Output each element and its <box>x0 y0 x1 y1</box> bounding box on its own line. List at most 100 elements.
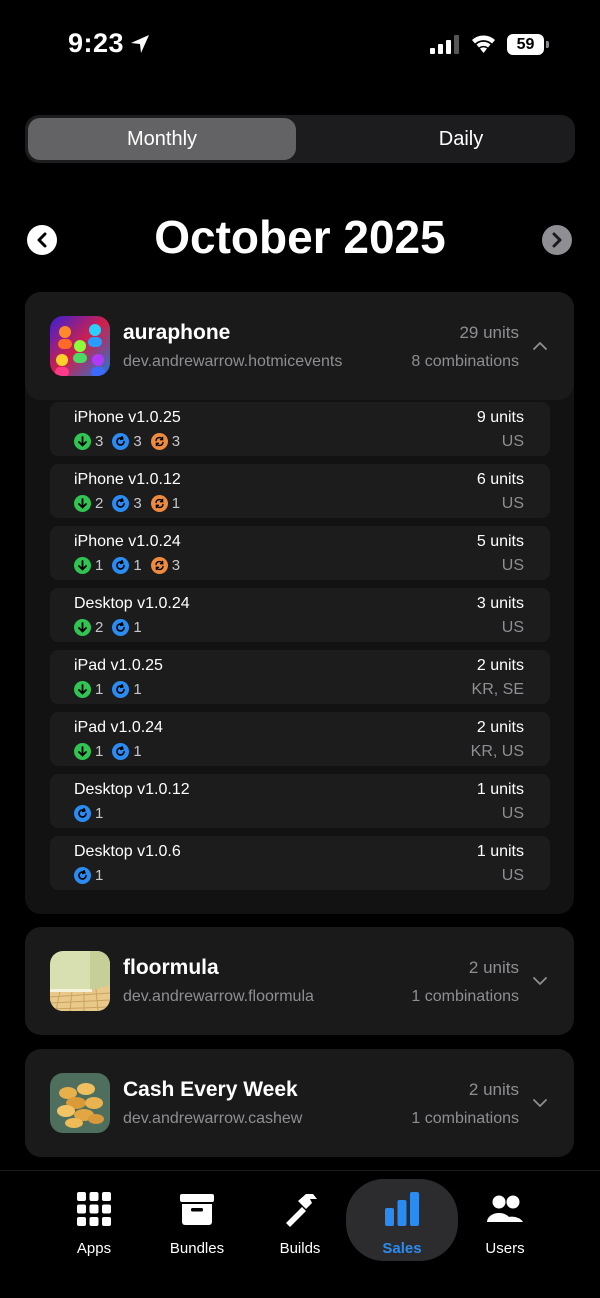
update-icon <box>74 866 91 884</box>
version-row: iPhone v1.0.25 9 units US 3 3 3 <box>50 402 550 456</box>
battery-indicator: 59 <box>507 34 549 55</box>
download-icon <box>74 618 91 636</box>
version-stats: 2 3 1 <box>74 493 189 513</box>
version-stats: 2 1 <box>74 617 151 637</box>
status-bar: 9:23 59 <box>0 0 600 90</box>
status-time: 9:23 <box>68 28 125 58</box>
app-card-auraphone: auraphone dev.andrewarrow.hotmicevents 2… <box>25 292 574 914</box>
update-stat: 1 <box>74 866 103 884</box>
location-arrow-icon <box>131 35 149 53</box>
tab-bar: Apps Bundles Builds Sales Users <box>0 1170 600 1298</box>
app-combinations: 1 combinations <box>411 1110 519 1127</box>
battery-cap <box>546 41 549 48</box>
bundle-id: dev.andrewarrow.floormula <box>123 988 314 1005</box>
version-units: 1 units <box>476 843 524 860</box>
version-units: 9 units <box>476 409 524 426</box>
version-row: Desktop v1.0.24 3 units US 2 1 <box>50 588 550 642</box>
version-name: iPhone v1.0.12 <box>74 471 181 488</box>
chevron-down-icon[interactable] <box>533 976 547 986</box>
chevron-up-icon[interactable] <box>533 341 547 351</box>
tab-label: Bundles <box>169 1240 225 1257</box>
cellular-signal-icon <box>430 35 459 54</box>
download-icon <box>74 742 91 760</box>
download-icon <box>74 432 91 450</box>
update-stat: 1 <box>112 618 142 636</box>
version-name: iPad v1.0.24 <box>74 719 163 736</box>
update-icon <box>112 742 130 760</box>
version-units: 6 units <box>476 471 524 488</box>
version-name: iPhone v1.0.25 <box>74 409 181 426</box>
next-month-button[interactable] <box>542 225 572 255</box>
redownload-stat: 3 <box>150 556 180 574</box>
update-icon <box>112 680 130 698</box>
version-row: iPhone v1.0.12 6 units US 2 3 1 <box>50 464 550 518</box>
download-icon <box>74 556 91 574</box>
version-name: Desktop v1.0.6 <box>74 843 181 860</box>
redownload-icon <box>150 556 168 574</box>
tab-bundles[interactable]: Bundles <box>147 1189 247 1265</box>
floormula-app-icon <box>50 951 110 1011</box>
archive-box-icon <box>180 1194 214 1225</box>
download-stat: 1 <box>74 680 103 698</box>
battery-level: 59 <box>507 34 544 55</box>
app-combinations: 8 combinations <box>411 353 519 370</box>
redownload-stat: 1 <box>150 494 180 512</box>
version-row: Desktop v1.0.6 1 units US 1 <box>50 836 550 890</box>
wifi-icon <box>472 35 495 53</box>
version-stats: 3 3 3 <box>74 431 189 451</box>
app-units: 2 units <box>468 1080 519 1099</box>
tab-users[interactable]: Users <box>455 1189 555 1265</box>
update-stat: 1 <box>112 742 142 760</box>
period-segmented-control: Monthly Daily <box>25 115 575 163</box>
app-card-floormula[interactable]: floormula dev.andrewarrow.floormula 2 un… <box>25 927 574 1035</box>
version-country: KR, US <box>470 743 524 760</box>
version-name: Desktop v1.0.24 <box>74 595 190 612</box>
bundle-id: dev.andrewarrow.hotmicevents <box>123 353 343 370</box>
download-stat: 1 <box>74 556 103 574</box>
tab-builds[interactable]: Builds <box>250 1189 350 1265</box>
version-stats: 1 1 3 <box>74 555 189 575</box>
version-units: 2 units <box>476 657 524 674</box>
app-combinations: 1 combinations <box>411 988 519 1005</box>
cash-every-week-app-icon <box>50 1073 110 1133</box>
app-units: 2 units <box>468 958 519 977</box>
segment-daily[interactable]: Daily <box>325 118 597 160</box>
app-card-cash-every-week[interactable]: Cash Every Week dev.andrewarrow.cashew 2… <box>25 1049 574 1157</box>
download-icon <box>74 680 91 698</box>
tab-label: Apps <box>76 1240 112 1257</box>
update-stat: 1 <box>112 680 142 698</box>
version-units: 1 units <box>476 781 524 798</box>
version-country: US <box>501 867 524 884</box>
app-card-header[interactable]: auraphone dev.andrewarrow.hotmicevents 2… <box>25 292 574 400</box>
grid-icon <box>77 1192 111 1226</box>
download-icon <box>74 494 91 512</box>
version-name: iPad v1.0.25 <box>74 657 163 674</box>
redownload-icon <box>150 432 168 450</box>
chevron-right-icon <box>552 232 562 248</box>
version-units: 2 units <box>476 719 524 736</box>
update-stat: 1 <box>74 804 103 822</box>
update-icon <box>112 432 130 450</box>
version-name: Desktop v1.0.12 <box>74 781 190 798</box>
version-row: iPad v1.0.25 2 units KR, SE 1 1 <box>50 650 550 704</box>
app-name: floormula <box>123 956 219 979</box>
tab-sales[interactable]: Sales <box>346 1179 458 1261</box>
auraphone-app-icon <box>50 316 110 376</box>
chevron-down-icon[interactable] <box>533 1098 547 1108</box>
version-units: 5 units <box>476 533 524 550</box>
redownload-stat: 3 <box>150 432 180 450</box>
segment-monthly[interactable]: Monthly <box>28 118 296 160</box>
hammer-icon <box>286 1194 317 1227</box>
update-icon <box>112 494 130 512</box>
version-country: KR, SE <box>471 681 524 698</box>
version-row: iPhone v1.0.24 5 units US 1 1 3 <box>50 526 550 580</box>
redownload-icon <box>150 494 168 512</box>
version-country: US <box>501 495 524 512</box>
version-country: US <box>501 805 524 822</box>
tab-apps[interactable]: Apps <box>44 1189 144 1265</box>
update-icon <box>112 618 130 636</box>
version-row: iPad v1.0.24 2 units KR, US 1 1 <box>50 712 550 766</box>
version-country: US <box>501 557 524 574</box>
version-name: iPhone v1.0.24 <box>74 533 181 550</box>
version-units: 3 units <box>476 595 524 612</box>
